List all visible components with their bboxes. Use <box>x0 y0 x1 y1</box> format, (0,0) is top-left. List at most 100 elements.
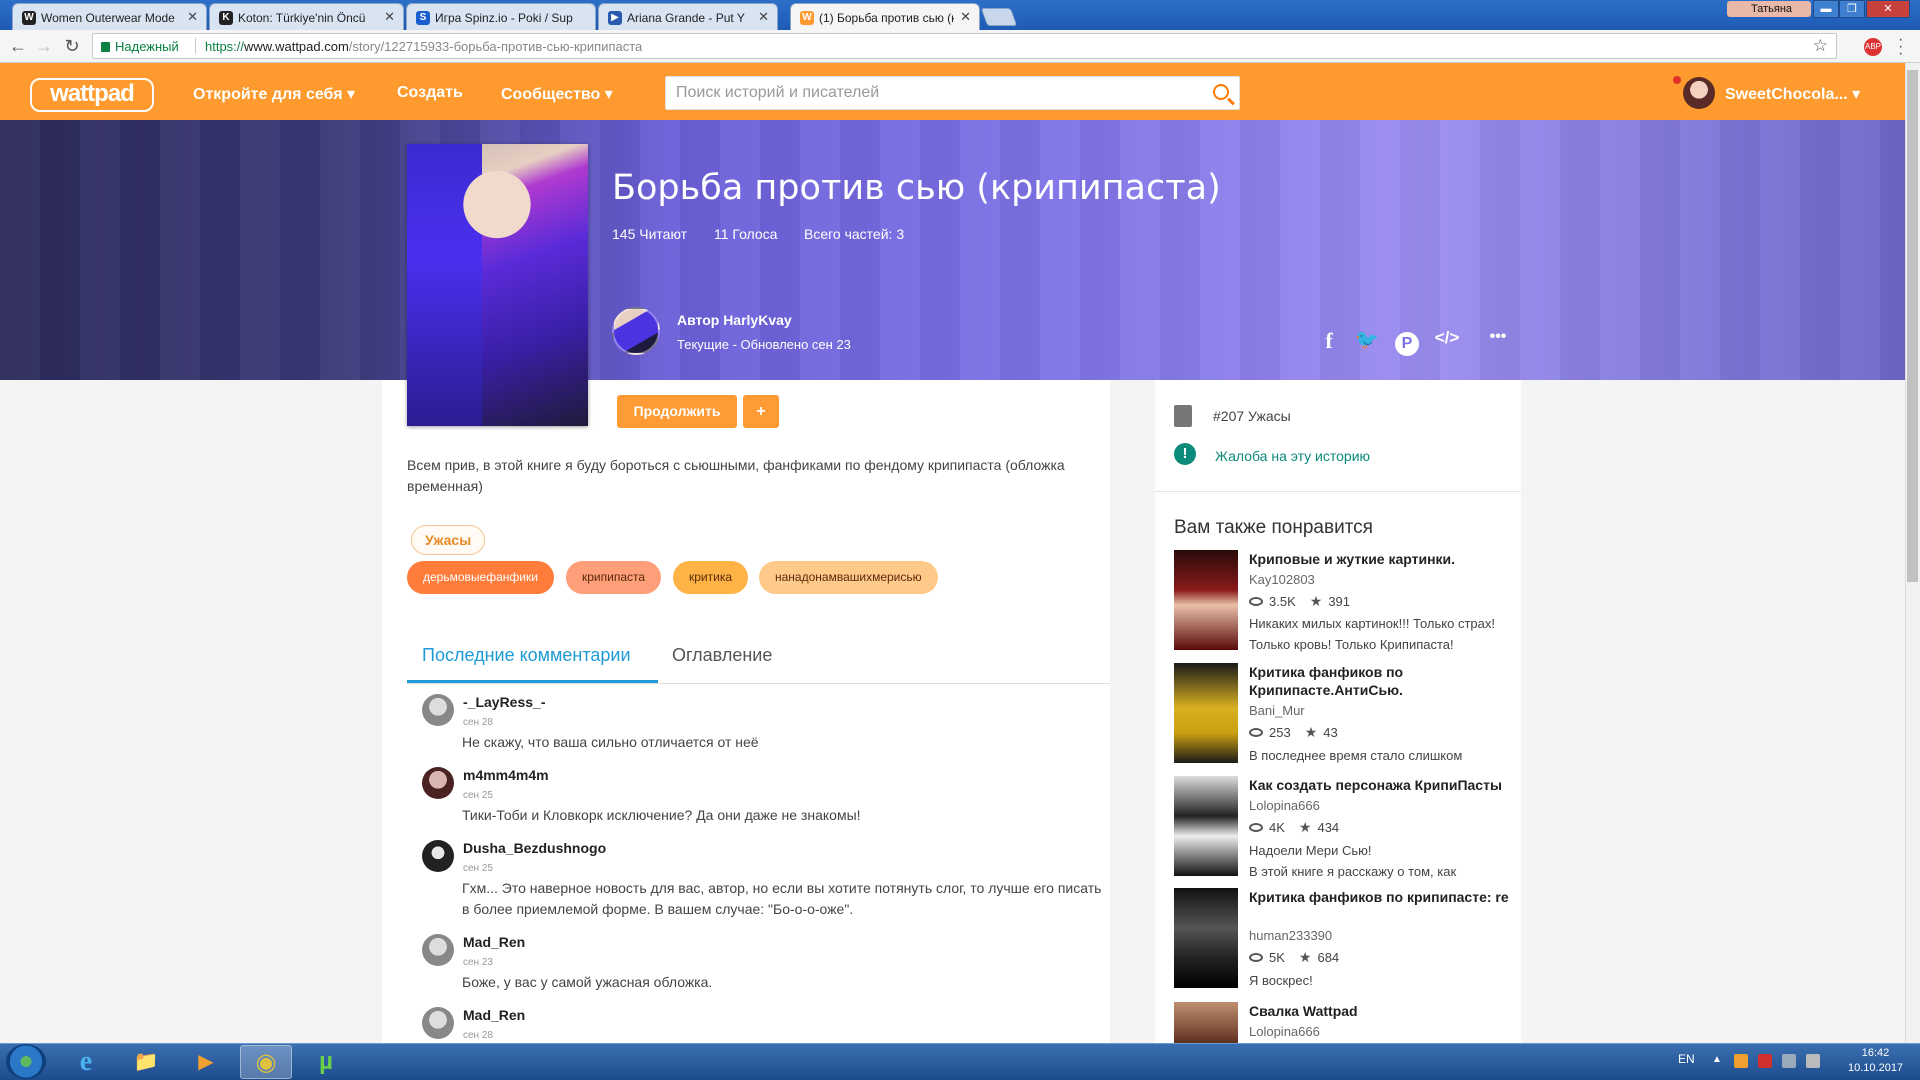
system-clock[interactable]: 16:42 10.10.2017 <box>1848 1046 1903 1076</box>
adblock-extension-icon[interactable]: ABP <box>1864 38 1882 56</box>
nav-community[interactable]: Сообщество ▾ <box>501 84 613 104</box>
notification-dot[interactable] <box>1673 76 1681 84</box>
commenter-avatar[interactable] <box>422 767 454 799</box>
tab-table-of-contents[interactable]: Оглавление <box>672 645 772 666</box>
back-arrow-icon[interactable]: ← <box>7 37 29 55</box>
rec-cover-image[interactable] <box>1174 776 1238 876</box>
browser-tab[interactable]: K Koton: Türkiye'nin Öncü ✕ <box>209 3 404 30</box>
rec-cover-image[interactable] <box>1174 888 1238 988</box>
tab-close-icon[interactable]: ✕ <box>384 9 395 25</box>
commenter-name[interactable]: -_LayRess_- <box>463 694 546 710</box>
volume-icon[interactable] <box>1806 1054 1820 1068</box>
tab-close-icon[interactable]: ✕ <box>187 9 198 25</box>
url-scheme: https:// <box>205 39 245 54</box>
secure-indicator[interactable]: Надежный <box>101 39 179 54</box>
rec-author[interactable]: human233390 <box>1249 928 1332 943</box>
profile-chip[interactable]: Татьяна <box>1727 1 1811 17</box>
rec-author[interactable]: Bani_Mur <box>1249 703 1305 718</box>
tag-pill[interactable]: крипипаста <box>566 561 662 594</box>
rec-title[interactable]: Криповые и жуткие картинки. <box>1249 550 1514 568</box>
scrollbar-thumb[interactable] <box>1907 70 1918 582</box>
author-name[interactable]: Автор HarlyKvay <box>677 312 792 328</box>
tag-pill[interactable]: дерьмовыефанфики <box>407 561 554 594</box>
browser-tab[interactable]: ▶ Ariana Grande - Put Y ✕ <box>598 3 778 30</box>
rec-cover-image[interactable] <box>1174 550 1238 650</box>
genre-tag[interactable]: Ужасы <box>411 525 486 555</box>
new-tab-button[interactable] <box>980 8 1018 26</box>
wattpad-logo[interactable]: wattpad <box>30 78 154 112</box>
tab-close-icon[interactable]: ✕ <box>960 9 971 25</box>
url-text[interactable]: https://www.wattpad.com/story/122715933-… <box>205 39 642 54</box>
commenter-avatar[interactable] <box>422 1007 454 1039</box>
search-input[interactable] <box>666 77 1186 109</box>
author-avatar[interactable] <box>612 307 660 355</box>
embed-icon[interactable]: </> <box>1432 328 1462 348</box>
twitter-icon[interactable]: 🐦 <box>1352 328 1382 352</box>
browser-toolbar: ← → ↻ Надежный https://www.wattpad.com/s… <box>0 30 1920 63</box>
rec-title[interactable]: Критика фанфиков по Крипипасте.АнтиСью. <box>1249 663 1514 699</box>
report-story-link[interactable]: Жалоба на эту историю <box>1215 448 1370 464</box>
rec-author[interactable]: Lolopina666 <box>1249 798 1320 813</box>
add-to-library-button[interactable]: + <box>743 395 779 428</box>
tray-app-icon[interactable] <box>1734 1054 1748 1068</box>
story-banner <box>0 120 1905 380</box>
nav-create[interactable]: Создать <box>397 84 463 102</box>
video-favicon-icon: ▶ <box>608 11 622 25</box>
rec-votes: 434 <box>1317 820 1340 835</box>
minimize-button[interactable]: ▬ <box>1813 0 1839 18</box>
forward-arrow-icon[interactable]: → <box>33 37 55 55</box>
commenter-avatar[interactable] <box>422 934 454 966</box>
tag-pill[interactable]: нанадонамвашихмерисью <box>759 561 938 594</box>
commenter-name[interactable]: Mad_Ren <box>463 934 525 950</box>
tray-app-icon[interactable] <box>1758 1054 1772 1068</box>
commenter-name[interactable]: Mad_Ren <box>463 1007 525 1023</box>
file-explorer-icon[interactable]: 📁 <box>120 1045 172 1079</box>
user-avatar[interactable] <box>1683 77 1715 109</box>
facebook-icon[interactable]: f <box>1314 328 1344 354</box>
language-indicator[interactable]: EN <box>1678 1052 1695 1066</box>
ranking-text[interactable]: #207 Ужасы <box>1213 408 1291 424</box>
user-menu[interactable]: SweetChocola... ▾ <box>1725 84 1860 104</box>
rec-author[interactable]: Lolopina666 <box>1249 1024 1320 1039</box>
maximize-button[interactable]: ❐ <box>1839 0 1865 18</box>
media-player-icon[interactable]: ▶ <box>180 1045 232 1079</box>
rec-title[interactable]: Как создать персонажа КрипиПасты <box>1249 776 1514 794</box>
cover-face <box>462 164 532 254</box>
close-window-button[interactable]: ✕ <box>1866 0 1910 18</box>
commenter-avatar[interactable] <box>422 694 454 726</box>
url-divider <box>195 38 196 54</box>
browser-menu-icon[interactable]: · · · <box>1898 32 1903 62</box>
browser-tab[interactable]: W Women Outerwear Mode ✕ <box>12 3 207 30</box>
tray-expand-icon[interactable]: ▲ <box>1712 1054 1726 1068</box>
chrome-icon[interactable]: ◉ <box>240 1045 292 1079</box>
commenter-avatar[interactable] <box>422 840 454 872</box>
internet-explorer-icon[interactable]: e <box>60 1045 112 1079</box>
start-button[interactable] <box>6 1044 46 1079</box>
rec-cover-image[interactable] <box>1174 1002 1238 1043</box>
more-options-icon[interactable]: ••• <box>1483 328 1513 346</box>
rec-cover-image[interactable] <box>1174 663 1238 763</box>
commenter-name[interactable]: Dusha_Bezdushnogo <box>463 840 606 856</box>
secure-label: Надежный <box>115 39 179 54</box>
search-icon[interactable] <box>1213 84 1229 100</box>
browser-tab-active[interactable]: W (1) Борьба против сью (к ✕ <box>790 3 980 30</box>
bookmark-star-icon[interactable]: ☆ <box>1813 36 1828 56</box>
utorrent-icon[interactable]: µ <box>300 1045 352 1079</box>
nav-discover[interactable]: Откройте для себя ▾ <box>193 84 355 104</box>
rec-author[interactable]: Kay102803 <box>1249 572 1315 587</box>
tab-close-icon[interactable]: ✕ <box>758 9 769 25</box>
continue-reading-button[interactable]: Продолжить <box>617 395 737 428</box>
lock-icon <box>101 42 110 52</box>
reload-icon[interactable]: ↻ <box>61 37 83 55</box>
browser-tab[interactable]: S Игра Spinz.io - Poki / Sup <box>406 3 596 30</box>
address-bar[interactable]: Надежный https://www.wattpad.com/story/1… <box>92 33 1837 59</box>
network-icon[interactable] <box>1782 1054 1796 1068</box>
tab-recent-comments[interactable]: Последние комментарии <box>422 645 631 666</box>
pinterest-icon[interactable]: P <box>1392 328 1422 356</box>
rec-title[interactable]: Критика фанфиков по крипипасте: re <box>1249 888 1514 906</box>
rec-stats: 3.5K ★ 391 <box>1249 593 1350 610</box>
commenter-name[interactable]: m4mm4m4m <box>463 767 549 783</box>
tag-pill[interactable]: критика <box>673 561 749 594</box>
clock-time: 16:42 <box>1861 1047 1890 1059</box>
rec-title[interactable]: Свалка Wattpad <box>1249 1002 1514 1020</box>
